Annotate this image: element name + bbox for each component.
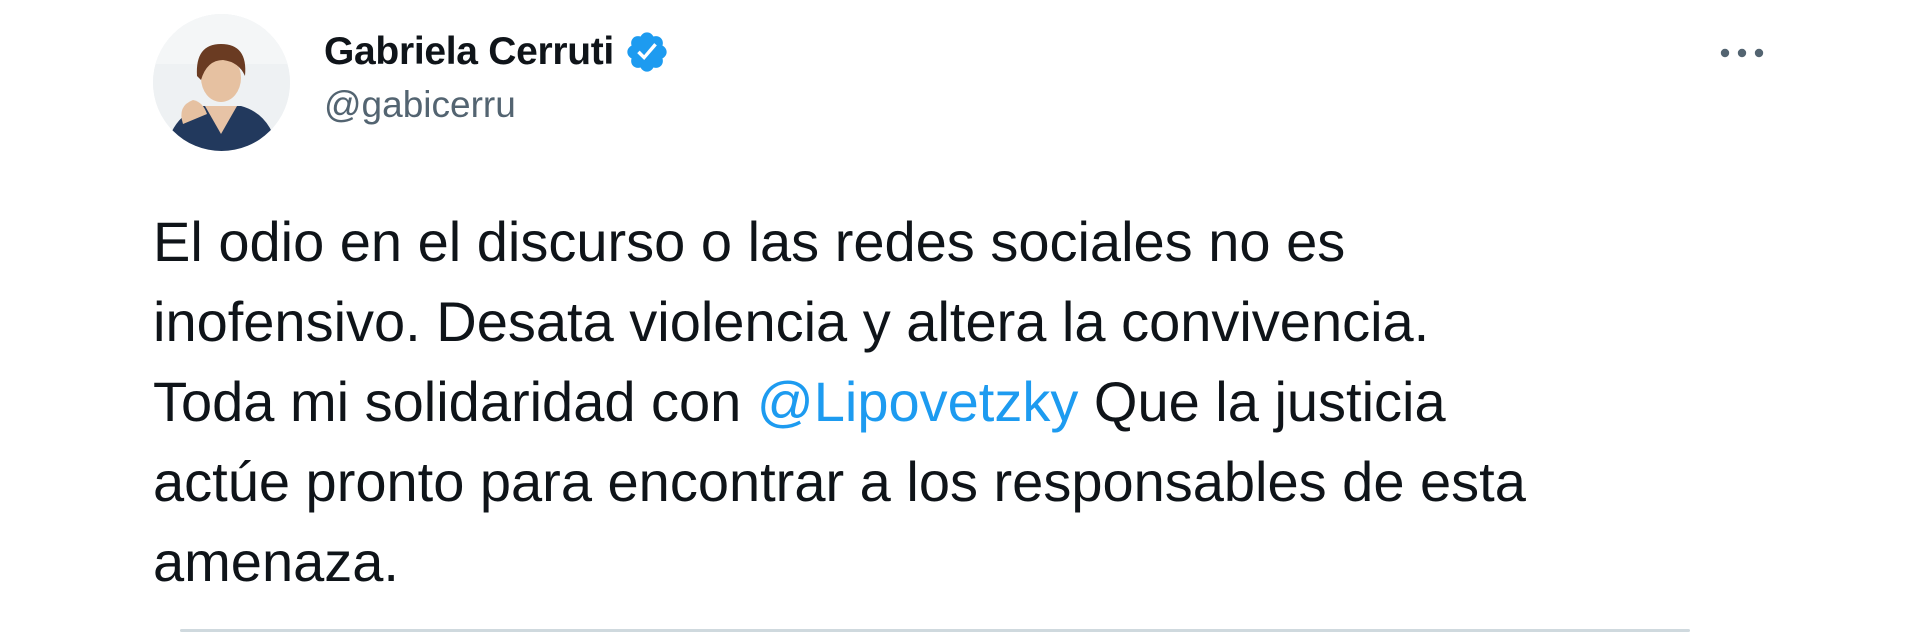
author-name-row: Gabriela Cerruti: [324, 24, 670, 80]
tweet-text-line: amenaza.: [153, 530, 399, 593]
more-options-button[interactable]: [1712, 28, 1772, 78]
verified-badge-icon: [624, 29, 670, 75]
tweet-card: Gabriela Cerruti @gabicerru El odio en e…: [0, 0, 1920, 632]
tweet-text-segment: Toda mi solidaridad con: [153, 370, 757, 433]
tweet-text: El odio en el discurso o las redes socia…: [153, 202, 1793, 602]
tweet-text-line: Toda mi solidaridad con @Lipovetzky Que …: [153, 362, 1793, 442]
tweet-text-segment: Que la justicia: [1078, 370, 1446, 433]
profile-photo: [153, 14, 290, 151]
tweet-text-line: El odio en el discurso o las redes socia…: [153, 210, 1346, 273]
more-options-icon: [1720, 48, 1764, 58]
author-display-name[interactable]: Gabriela Cerruti: [324, 30, 614, 74]
mention-link[interactable]: @Lipovetzky: [757, 370, 1078, 433]
author-handle[interactable]: @gabicerru: [324, 84, 516, 126]
avatar[interactable]: [153, 14, 290, 151]
tweet-text-line: inofensivo. Desata violencia y altera la…: [153, 290, 1430, 353]
tweet-text-line: actúe pronto para encontrar a los respon…: [153, 450, 1526, 513]
